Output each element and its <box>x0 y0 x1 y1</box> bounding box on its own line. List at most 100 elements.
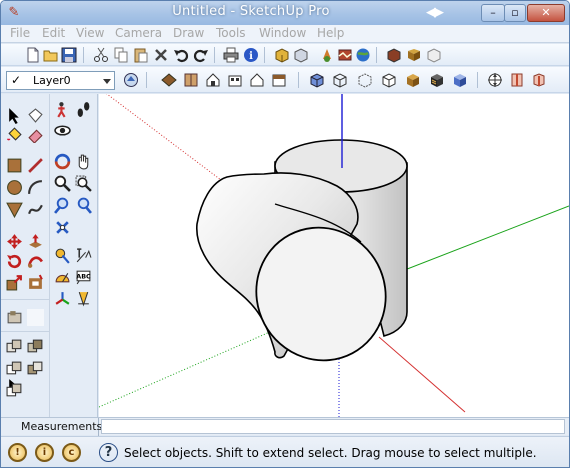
solid-tools-icon[interactable] <box>6 338 23 355</box>
google-earth-icon[interactable] <box>355 47 371 63</box>
model-viewport[interactable] <box>99 94 569 417</box>
section-plane-icon[interactable] <box>487 72 503 88</box>
eraser-icon[interactable] <box>27 126 44 143</box>
menu-camera[interactable]: Camera <box>115 26 162 40</box>
title-bar[interactable]: ✎ Untitled - SketchUp Pro ◀▶ – ▫ ✕ <box>1 1 569 25</box>
next-view-icon[interactable] <box>54 219 71 236</box>
left-view-icon[interactable] <box>271 72 287 88</box>
redo-icon[interactable] <box>193 47 209 63</box>
walk-icon[interactable] <box>54 101 71 118</box>
subtract-icon[interactable] <box>27 360 44 377</box>
back-view-icon[interactable] <box>249 72 265 88</box>
save-icon[interactable] <box>61 47 77 63</box>
offset-icon[interactable] <box>27 274 44 291</box>
display-section-icon[interactable] <box>509 72 525 88</box>
paste-icon[interactable] <box>133 47 149 63</box>
push-pull-icon[interactable] <box>27 233 44 250</box>
rotate-icon[interactable] <box>6 253 23 270</box>
top-view-icon[interactable] <box>183 72 199 88</box>
scale-icon[interactable] <box>6 274 23 291</box>
select-icon[interactable] <box>6 107 23 124</box>
geo-location-icon[interactable]: ! <box>8 443 27 462</box>
previous-view-icon[interactable] <box>75 197 92 214</box>
axes-icon[interactable] <box>54 290 71 307</box>
dynamic-component-icon[interactable] <box>426 47 442 63</box>
model-info-icon[interactable]: i <box>243 47 259 63</box>
shaded-icon[interactable] <box>405 72 421 88</box>
move-icon[interactable] <box>6 233 23 250</box>
front-view-icon[interactable] <box>205 72 221 88</box>
help-icon[interactable]: ? <box>99 443 118 462</box>
3d-text-icon[interactable]: ABC <box>75 268 92 285</box>
get-models-icon[interactable] <box>274 47 290 63</box>
erase-icon[interactable] <box>153 47 169 63</box>
menu-bar: File Edit View Camera Draw Tools Window … <box>1 25 569 43</box>
pan-icon[interactable] <box>75 153 92 170</box>
menu-tools[interactable]: Tools <box>216 26 246 40</box>
protractor-icon[interactable] <box>54 268 71 285</box>
zoom-icon[interactable] <box>54 175 71 192</box>
menu-help[interactable]: Help <box>317 26 344 40</box>
layer-visible-check-icon[interactable]: ✓ <box>11 73 21 87</box>
zoom-window-icon[interactable] <box>75 175 92 192</box>
line-icon[interactable] <box>27 157 44 174</box>
menu-edit[interactable]: Edit <box>42 26 65 40</box>
rectangle-icon[interactable] <box>6 157 23 174</box>
svg-text:ABC: ABC <box>76 273 91 281</box>
cut-icon[interactable] <box>93 47 109 63</box>
hidden-line-icon[interactable] <box>381 72 397 88</box>
title-arrows-icon[interactable]: ◀▶ <box>421 4 447 21</box>
monochrome-icon[interactable] <box>452 72 468 88</box>
section-icon[interactable] <box>6 309 23 326</box>
split-icon[interactable] <box>6 382 23 399</box>
dimension-icon[interactable] <box>75 290 92 307</box>
shaded-textures-icon[interactable] <box>429 72 445 88</box>
sign-in-icon[interactable]: c <box>62 443 81 462</box>
standard-toolbar: i <box>1 44 569 66</box>
position-camera-icon[interactable] <box>54 247 71 264</box>
layer-manager-icon[interactable] <box>123 72 139 88</box>
union-icon[interactable] <box>6 360 23 377</box>
back-edges-icon[interactable] <box>332 72 348 88</box>
paint-bucket-icon[interactable] <box>6 126 23 143</box>
maximize-button[interactable]: ▫ <box>504 4 526 22</box>
wireframe-icon[interactable] <box>357 72 373 88</box>
make-component-icon[interactable] <box>27 107 44 124</box>
text-label-icon[interactable] <box>75 247 92 264</box>
arc-icon[interactable] <box>27 179 44 196</box>
menu-view[interactable]: View <box>76 26 104 40</box>
xray-icon[interactable] <box>309 72 325 88</box>
undo-icon[interactable] <box>173 47 189 63</box>
menu-window[interactable]: Window <box>259 26 306 40</box>
iso-view-icon[interactable] <box>161 72 177 88</box>
styles-icon[interactable] <box>386 47 402 63</box>
measurements-input[interactable] <box>101 419 565 434</box>
display-section-cuts-icon[interactable] <box>531 72 547 88</box>
open-icon[interactable] <box>43 47 59 63</box>
layer-select[interactable]: ✓ Layer0 <box>6 71 115 90</box>
orbit-icon[interactable] <box>54 153 71 170</box>
new-icon[interactable] <box>25 47 41 63</box>
print-icon[interactable] <box>223 47 239 63</box>
copy-icon[interactable] <box>113 47 129 63</box>
polygon-icon[interactable] <box>6 201 23 218</box>
intersect-icon[interactable] <box>27 338 44 355</box>
component-icon[interactable] <box>406 47 422 63</box>
share-component-icon[interactable] <box>319 47 335 63</box>
menu-file[interactable]: File <box>10 26 30 40</box>
zoom-extents-icon[interactable] <box>54 197 71 214</box>
footprints-icon[interactable] <box>75 101 92 118</box>
look-around-icon[interactable] <box>54 122 71 139</box>
get-photo-texture-icon[interactable] <box>337 47 353 63</box>
chevron-down-icon[interactable] <box>103 79 111 84</box>
circle-icon[interactable] <box>6 179 23 196</box>
credits-icon[interactable]: i <box>35 443 54 462</box>
minimize-button[interactable]: – <box>481 4 505 22</box>
close-button[interactable]: ✕ <box>527 4 565 22</box>
share-model-icon[interactable] <box>293 47 309 63</box>
follow-me-icon[interactable] <box>27 253 44 270</box>
menu-draw[interactable]: Draw <box>173 26 204 40</box>
freehand-icon[interactable] <box>27 201 44 218</box>
right-view-icon[interactable] <box>227 72 243 88</box>
sandbox-icon[interactable] <box>27 309 44 326</box>
